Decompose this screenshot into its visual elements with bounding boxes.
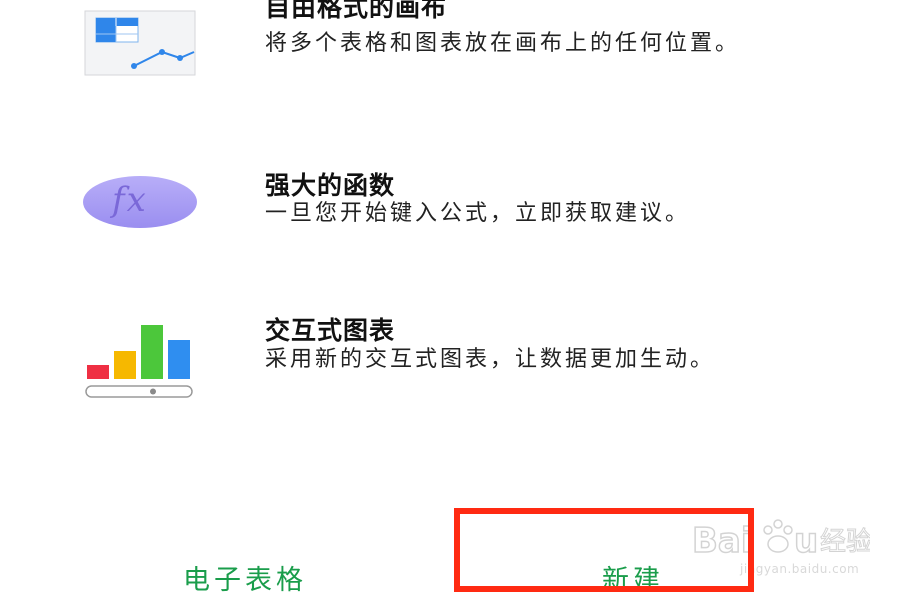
app-screen: 自由格式的画布 将多个表格和图表放在画布上的任何位置。 fx 强大的函数 一旦您…	[0, 0, 900, 600]
feature-powerful-functions: fx 强大的函数 一旦您开始键入公式，立即获取建议。	[0, 160, 900, 240]
highlight-annotation-box	[454, 508, 754, 592]
feature-interactive-charts: 交互式图表 采用新的交互式图表，让数据更加生动。	[0, 305, 900, 425]
svg-text:经验: 经验	[820, 527, 870, 557]
feature-description: 将多个表格和图表放在画布上的任何位置。	[265, 31, 741, 56]
watermark-url: jingyan.baidu.com	[740, 562, 860, 576]
table-chart-canvas-icon	[84, 10, 196, 76]
spreadsheets-button[interactable]: 电子表格	[183, 558, 307, 597]
feature-free-canvas: 自由格式的画布 将多个表格和图表放在画布上的任何位置。	[0, 0, 900, 120]
bottom-toolbar: Bai u 经验 jingyan.baidu.com 电子表格 新建	[0, 500, 900, 600]
feature-description: 一旦您开始键入公式，立即获取建议。	[265, 201, 691, 226]
feature-description: 采用新的交互式图表，让数据更加生动。	[265, 347, 716, 372]
feature-title: 交互式图表	[265, 316, 396, 345]
feature-title: 自由格式的画布	[265, 0, 448, 22]
bar-chart-icon	[84, 323, 196, 401]
fx-function-icon: fx	[82, 175, 200, 229]
svg-text:u: u	[794, 521, 818, 561]
fx-icon-label: fx	[112, 180, 148, 220]
